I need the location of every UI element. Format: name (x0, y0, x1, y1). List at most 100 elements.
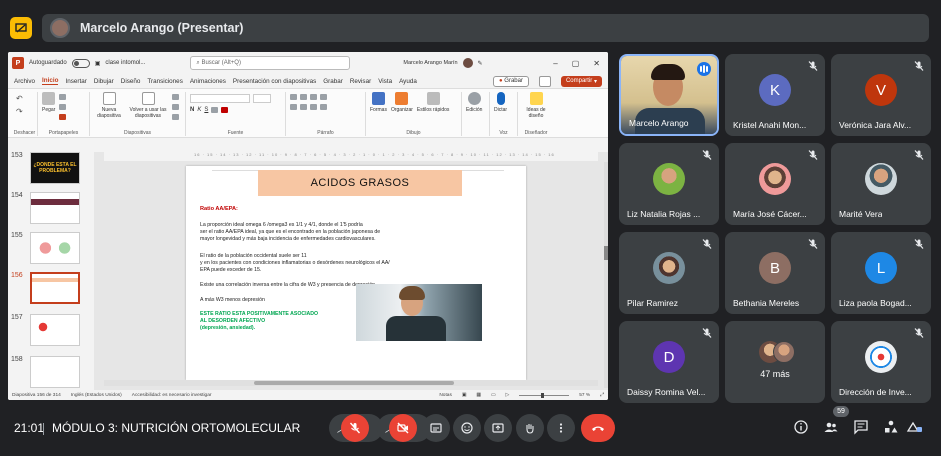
presenter-bar[interactable]: Marcelo Arango (Presentar) (42, 14, 929, 42)
notes-button[interactable]: Notas (439, 393, 452, 398)
vertical-scrollbar[interactable] (604, 162, 608, 388)
file-name[interactable]: clase intomol... (105, 60, 145, 66)
comment-button[interactable] (538, 75, 551, 87)
camera-toggle-button[interactable] (389, 414, 417, 442)
slideshow-view-icon[interactable]: ▷ (506, 393, 510, 398)
undo-icon[interactable]: ↶ (16, 94, 23, 103)
host-controls-button[interactable] (906, 418, 924, 436)
align-left-icon[interactable] (290, 104, 297, 110)
ppt-search-input[interactable]: ⌕ Buscar (Alt+Q) (190, 56, 351, 70)
slide-thumbnail[interactable]: 155 (8, 232, 94, 272)
redo-icon[interactable]: ↷ (16, 107, 23, 116)
italic-icon[interactable]: K (197, 107, 201, 113)
menu-archivo[interactable]: Archivo (14, 78, 35, 85)
fit-slide-icon[interactable]: ⤢ (600, 392, 608, 398)
font-size-select[interactable] (253, 94, 271, 103)
paste-button[interactable]: Pegar (42, 92, 55, 113)
mic-toggle-button[interactable] (341, 414, 369, 442)
participant-tile-presenter[interactable]: Marcelo Arango (619, 54, 719, 136)
participant-tile[interactable]: Pilar Ramirez (619, 232, 719, 314)
presentation-icon[interactable] (10, 17, 32, 39)
reactions-button[interactable] (453, 414, 481, 442)
menu-animaciones[interactable]: Animaciones (190, 78, 226, 85)
quick-styles-button[interactable]: Estilos rápidos (417, 92, 449, 113)
zoom-level[interactable]: 57 % (579, 393, 590, 398)
slide-thumbnail[interactable]: 157 (8, 314, 94, 354)
participant-tile[interactable]: V Verónica Jara Alv... (831, 54, 931, 136)
font-family-select[interactable] (190, 94, 250, 103)
participant-tile[interactable]: B Bethania Mereles (725, 232, 825, 314)
justify-icon[interactable] (320, 104, 327, 110)
participant-tile[interactable]: D Daissy Romina Vel... (619, 321, 719, 403)
align-right-icon[interactable] (310, 104, 317, 110)
format-painter-icon[interactable] (59, 114, 67, 120)
people-button[interactable] (822, 418, 840, 436)
pen-icon[interactable]: ✎ (478, 60, 483, 67)
accessibility-status[interactable]: Accesibilidad: es necesario investigar (132, 393, 212, 398)
design-ideas-button[interactable]: Ideas de diseño (522, 92, 550, 119)
line-spacing-icon[interactable] (320, 94, 327, 100)
bullets-icon[interactable] (290, 94, 297, 100)
participant-tile[interactable]: Marité Vera (831, 143, 931, 225)
menu-revisar[interactable]: Revisar (350, 78, 371, 85)
ppt-user-avatar[interactable] (462, 58, 473, 68)
section-icon[interactable] (172, 114, 179, 120)
grabar-button[interactable]: ● Grabar (492, 75, 529, 87)
copy-icon[interactable] (59, 104, 67, 110)
save-icon[interactable]: ▣ (95, 60, 101, 67)
editing-button[interactable]: Edición (466, 92, 482, 113)
participant-tile[interactable]: K Kristel Anahi Mon... (725, 54, 825, 136)
slide-thumbnail-selected[interactable]: 156 (8, 272, 94, 312)
participant-tile[interactable]: Liz Natalia Rojas ... (619, 143, 719, 225)
menu-presentacion[interactable]: Presentación con diapositivas (233, 78, 316, 85)
dictate-button[interactable]: Dictar (494, 92, 507, 113)
menu-transiciones[interactable]: Transiciones (147, 78, 182, 85)
meeting-details-button[interactable] (792, 418, 810, 436)
menu-ayuda[interactable]: Ayuda (399, 78, 417, 85)
minimize-icon[interactable]: – (553, 59, 557, 68)
zoom-slider[interactable] (519, 392, 570, 398)
menu-dibujar[interactable]: Dibujar (94, 78, 114, 85)
new-slide-button[interactable]: Nueva diapositiva (94, 92, 124, 119)
current-slide[interactable]: ACIDOS GRASOS Ratio AA/EPA: La proporció… (186, 166, 526, 380)
activities-button[interactable] (882, 418, 900, 436)
participant-tile[interactable]: María José Cácer... (725, 143, 825, 225)
layout-icon[interactable] (172, 94, 179, 100)
indent-icon[interactable] (310, 94, 317, 100)
normal-view-icon[interactable]: ▣ (462, 393, 467, 398)
raise-hand-button[interactable] (516, 414, 544, 442)
align-center-icon[interactable] (300, 104, 307, 110)
leave-call-button[interactable] (581, 414, 615, 442)
sorter-view-icon[interactable]: ▦ (476, 393, 481, 398)
participant-tile[interactable]: Dirección de Inve... (831, 321, 931, 403)
cut-icon[interactable] (59, 94, 67, 100)
reading-view-icon[interactable]: ▭ (491, 393, 496, 398)
numbering-icon[interactable] (300, 94, 307, 100)
captions-button[interactable] (422, 414, 450, 442)
share-button[interactable]: Compartir ▾ (560, 75, 602, 87)
autosave-toggle[interactable] (71, 58, 90, 68)
chat-button[interactable] (852, 418, 870, 436)
slide-thumbnail[interactable]: 153 ¿DONDE ESTA EL PROBLEMA? (8, 152, 94, 192)
slide-thumbnail[interactable]: 154 (8, 192, 94, 232)
shapes-button[interactable]: Formas (370, 92, 387, 113)
font-color-icon[interactable] (221, 107, 229, 113)
arrange-button[interactable]: Organizar (391, 92, 413, 113)
bold-icon[interactable]: N (190, 107, 194, 113)
maximize-icon[interactable]: ▢ (572, 59, 580, 68)
reset-icon[interactable] (172, 104, 179, 110)
menu-vista[interactable]: Vista (378, 78, 392, 85)
underline-icon[interactable]: S (204, 107, 208, 113)
present-screen-button[interactable] (484, 414, 512, 442)
participant-tile[interactable]: L Liza paola Bogad... (831, 232, 931, 314)
reuse-slides-button[interactable]: Volver a usar las diapositivas (128, 92, 168, 119)
language-status[interactable]: Inglés (Estados Unidos) (71, 393, 122, 398)
more-options-button[interactable] (547, 414, 575, 442)
menu-grabar[interactable]: Grabar (323, 78, 343, 85)
horizontal-scrollbar[interactable] (104, 380, 598, 386)
close-icon[interactable]: ✕ (593, 59, 600, 68)
menu-insertar[interactable]: Insertar (65, 78, 86, 85)
more-participants-tile[interactable]: 47 más (725, 321, 825, 403)
menu-diseno[interactable]: Diseño (121, 78, 141, 85)
menu-inicio[interactable]: Inicio (42, 77, 59, 85)
